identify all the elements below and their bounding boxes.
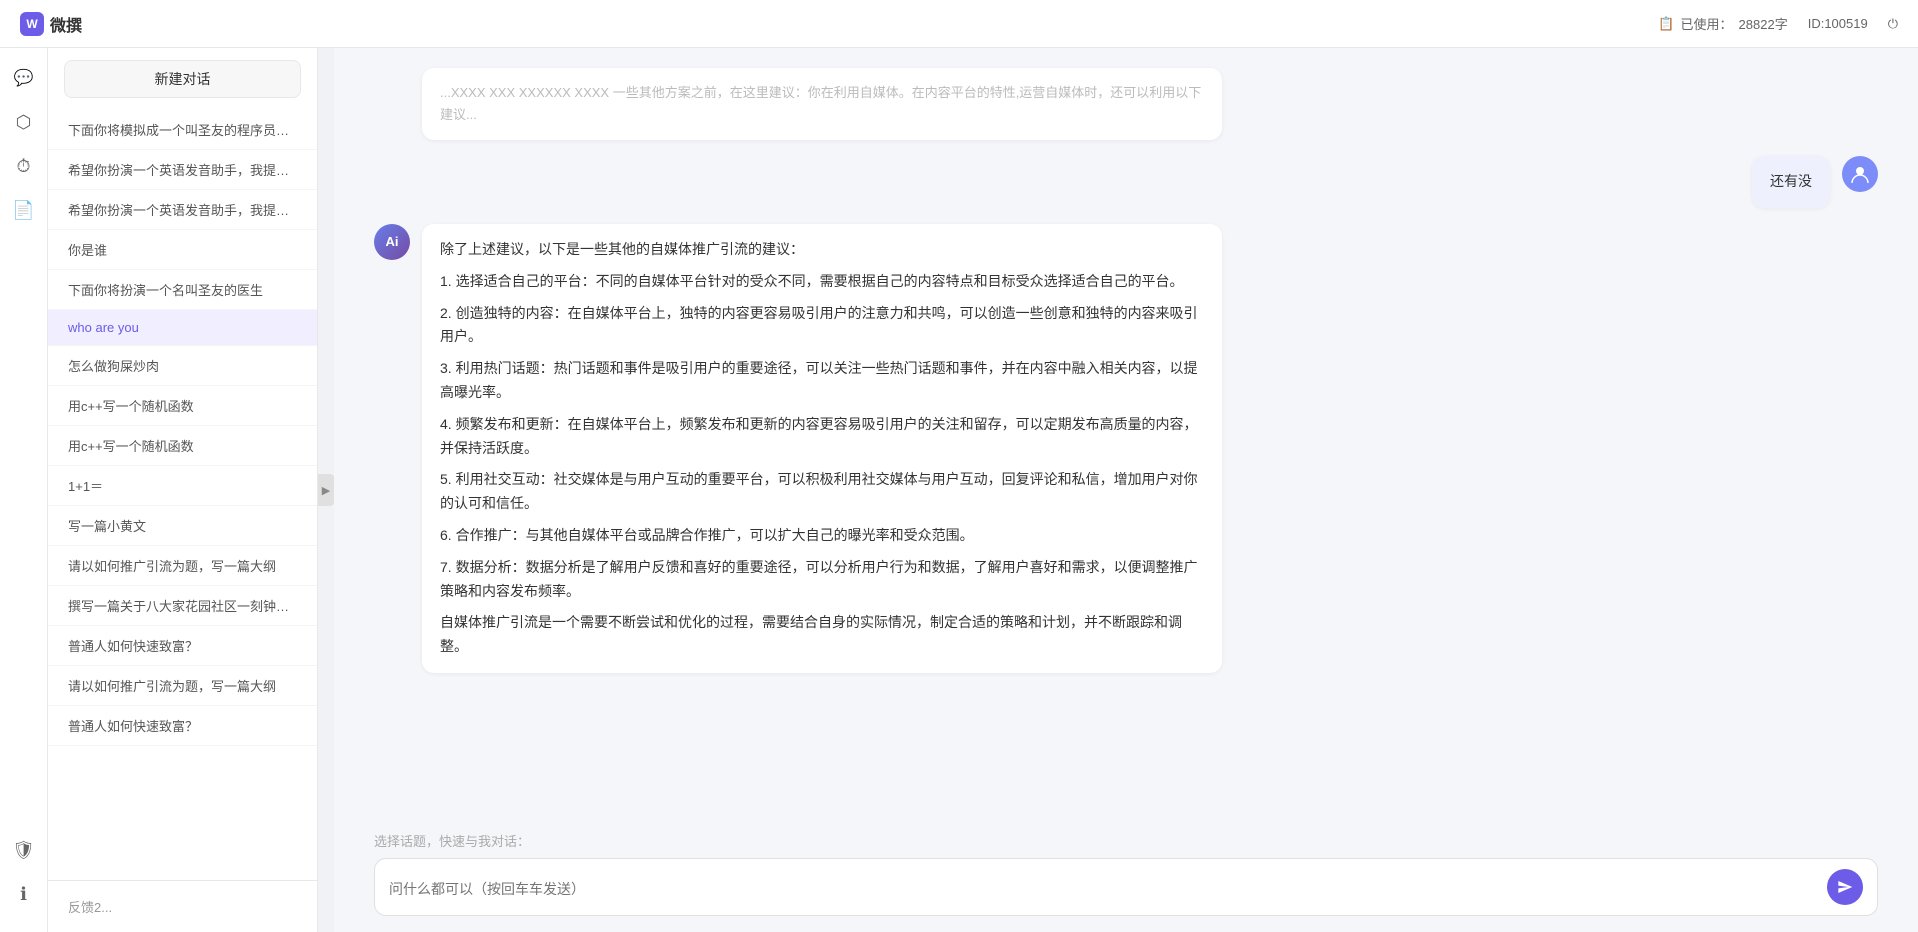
sidebar-chat-item[interactable]: 普通人如何快速致富？ — [48, 626, 317, 666]
user-message-bubble: 还有没 — [1752, 156, 1830, 208]
new-chat-button[interactable]: 新建对话 — [64, 60, 301, 98]
ai-message-row: Ai 除了上述建议，以下是一些其他的自媒体推广引流的建议： 1. 选择适合自己的平… — [374, 224, 1878, 673]
app-logo: W 微撰 — [20, 12, 82, 36]
sidebar-chat-item[interactable]: 请以如何推广引流为题，写一篇大纲 — [48, 546, 317, 586]
sidebar-chat-item[interactable]: 希望你扮演一个英语发音助手，我提供给你... — [48, 190, 317, 230]
ai-message-line: 2. 创造独特的内容：在自媒体平台上，独特的内容更容易吸引用户的注意力和共鸣，可… — [440, 302, 1204, 350]
send-button[interactable] — [1827, 869, 1863, 905]
sidebar-chat-item[interactable]: 下面你将扮演一个名叫圣友的医生 — [48, 270, 317, 310]
sidebar-chat-item[interactable]: 用c++写一个随机函数 — [48, 426, 317, 466]
user-id: ID:100519 — [1808, 16, 1868, 31]
ai-message-line: 5. 利用社交互动：社交媒体是与用户互动的重要平台，可以积极利用社交媒体与用户互… — [440, 468, 1204, 516]
ai-message-line: 7. 数据分析：数据分析是了解用户反馈和喜好的重要途径，可以分析用户行为和数据，… — [440, 556, 1204, 604]
sidebar-chat-item[interactable]: 你是谁 — [48, 230, 317, 270]
sidebar: 新建对话 下面你将模拟成一个叫圣友的程序员，我说...希望你扮演一个英语发音助手… — [48, 48, 318, 932]
sidebar-chat-item[interactable]: 用c++写一个随机函数 — [48, 386, 317, 426]
usage-info: 📋 已使用： 28822字 — [1658, 14, 1787, 33]
feedback-item[interactable]: 反馈2... — [48, 889, 317, 924]
sidebar-icon-cube[interactable]: ⬡ — [6, 104, 42, 140]
quick-topics-label: 选择话题，快速与我对话： — [374, 831, 1878, 850]
ai-message-line: 3. 利用热门话题：热门话题和事件是吸引用户的重要途径，可以关注一些热门话题和事… — [440, 357, 1204, 405]
ai-message-line: 4. 频繁发布和更新：在自媒体平台上，频繁发布和更新的内容更容易吸引用户的关注和… — [440, 413, 1204, 461]
sidebar-icon-info[interactable]: ℹ — [6, 876, 42, 912]
sidebar-icon-chat[interactable]: 💬 — [6, 60, 42, 96]
ai-message-line: 6. 合作推广：与其他自媒体平台或品牌合作推广，可以扩大自己的曝光率和受众范围。 — [440, 524, 1204, 548]
sidebar-chat-item[interactable]: 1+1＝ — [48, 466, 317, 506]
ai-avatar: Ai — [374, 224, 410, 260]
sidebar-bottom: 反馈2... — [48, 880, 317, 932]
sidebar-chat-item[interactable]: 普通人如何快速致富？ — [48, 706, 317, 746]
sidebar-icon-doc[interactable]: 📄 — [6, 192, 42, 228]
user-message-text: 还有没 — [1770, 173, 1812, 189]
chat-input-area: 选择话题，快速与我对话： — [334, 819, 1918, 932]
ai-message-line: 1. 选择适合自己的平台：不同的自媒体平台针对的受众不同，需要根据自己的内容特点… — [440, 270, 1204, 294]
usage-label: 已使用： — [1681, 14, 1733, 33]
chat-area: ...XXXX XXX XXXXXX XXXX 一些其他方案之前，在这里建议：你… — [334, 48, 1918, 932]
sidebar-chat-item[interactable]: 请以如何推广引流为题，写一篇大纲 — [48, 666, 317, 706]
doc-icon: 📋 — [1658, 16, 1674, 32]
power-button[interactable]: ⏻ — [1888, 16, 1898, 32]
sidebar-icon-clock[interactable]: ⏱ — [6, 148, 42, 184]
icon-bar: 💬 ⬡ ⏱ 📄 🛡 ℹ — [0, 48, 48, 932]
input-row — [374, 858, 1878, 916]
user-message-row: 还有没 — [374, 156, 1878, 208]
sidebar-chat-item[interactable]: 写一篇小黄文 — [48, 506, 317, 546]
sidebar-collapse-toggle[interactable]: ▶ — [318, 474, 334, 506]
user-avatar — [1842, 156, 1878, 192]
partial-message: ...XXXX XXX XXXXXX XXXX 一些其他方案之前，在这里建议：你… — [422, 68, 1222, 140]
ai-message-line: 自媒体推广引流是一个需要不断尝试和优化的过程，需要结合自身的实际情况，制定合适的… — [440, 611, 1204, 659]
sidebar-chat-item[interactable]: who are you — [48, 310, 317, 346]
chat-history-list: 下面你将模拟成一个叫圣友的程序员，我说...希望你扮演一个英语发音助手，我提供给… — [48, 110, 317, 880]
sidebar-chat-item[interactable]: 撰写一篇关于八大家花园社区一刻钟便民生... — [48, 586, 317, 626]
logo-icon: W — [20, 12, 44, 36]
app-title: 微撰 — [50, 12, 82, 36]
chat-messages: ...XXXX XXX XXXXXX XXXX 一些其他方案之前，在这里建议：你… — [334, 48, 1918, 819]
sidebar-chat-item[interactable]: 怎么做狗屎炒肉 — [48, 346, 317, 386]
topbar-right: 📋 已使用： 28822字 ID:100519 ⏻ — [1658, 14, 1898, 33]
topbar: W 微撰 📋 已使用： 28822字 ID:100519 ⏻ — [0, 0, 1918, 48]
sidebar-chat-item[interactable]: 希望你扮演一个英语发音助手，我提供给你... — [48, 150, 317, 190]
ai-message-line: 除了上述建议，以下是一些其他的自媒体推广引流的建议： — [440, 238, 1204, 262]
ai-message-bubble: 除了上述建议，以下是一些其他的自媒体推广引流的建议： 1. 选择适合自己的平台：不… — [422, 224, 1222, 673]
usage-value: 28822字 — [1739, 14, 1788, 33]
sidebar-chat-item[interactable]: 下面你将模拟成一个叫圣友的程序员，我说... — [48, 110, 317, 150]
chat-input[interactable] — [389, 879, 1819, 895]
sidebar-icon-shield[interactable]: 🛡 — [6, 832, 42, 868]
main-layout: 💬 ⬡ ⏱ 📄 🛡 ℹ 新建对话 下面你将模拟成一个叫圣友的程序员，我说...希… — [0, 48, 1918, 932]
